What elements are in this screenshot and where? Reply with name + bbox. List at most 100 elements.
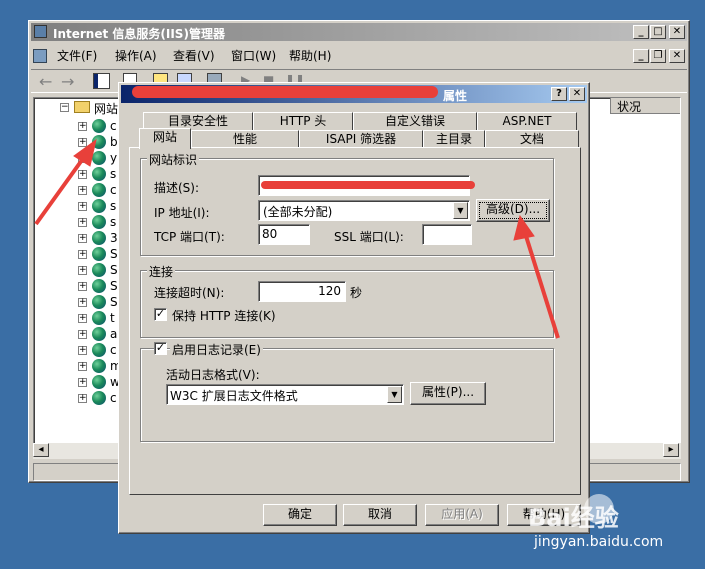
tree-site-row[interactable]: + S — [34, 246, 118, 262]
tree-expand-icon[interactable]: + — [78, 330, 87, 339]
apply-button[interactable]: 应用(A) — [425, 504, 499, 526]
tree-expand-icon[interactable]: + — [78, 298, 87, 307]
tree-site-row[interactable]: + m — [34, 358, 122, 374]
tree-site-label: s — [110, 199, 117, 213]
tree-expand-icon[interactable]: + — [78, 250, 87, 259]
tree-site-row[interactable]: + b — [34, 134, 118, 150]
log-properties-button[interactable]: 属性(P)... — [410, 382, 486, 405]
tree-expand-icon[interactable]: + — [78, 154, 87, 163]
tree-expand-icon[interactable]: + — [78, 282, 87, 291]
tree-expand-icon[interactable]: + — [78, 122, 87, 131]
keepalive-label[interactable]: 保持 HTTP 连接(K) — [172, 307, 276, 324]
globe-icon — [92, 311, 106, 325]
tree-site-row[interactable]: + a — [34, 326, 117, 342]
keepalive-checkbox[interactable]: ✓ — [154, 308, 167, 321]
ip-address-label: IP 地址(I): — [154, 206, 210, 220]
mdi-restore-button[interactable]: ❐ — [650, 49, 666, 63]
tab-http-headers[interactable]: HTTP 头 — [253, 112, 353, 130]
forward-arrow-icon[interactable]: → — [61, 72, 74, 91]
watermark-brand: Bai经验 — [528, 504, 619, 532]
menu-file[interactable]: 文件(F) — [57, 45, 97, 67]
dialog-title: 属性 — [443, 89, 468, 103]
menu-action[interactable]: 操作(A) — [115, 45, 157, 67]
logging-checkbox[interactable]: ✓ — [154, 342, 167, 355]
tree-site-row[interactable]: + S — [34, 278, 118, 294]
tree-expand-icon[interactable]: + — [78, 138, 87, 147]
advanced-button[interactable]: 高级(D)... — [476, 199, 550, 222]
tree-site-row[interactable]: + s — [34, 214, 116, 230]
iis-title-bar[interactable]: Internet 信息服务(IIS)管理器 _ □ ✕ — [31, 23, 687, 41]
tree-site-row[interactable]: + c — [34, 182, 117, 198]
back-arrow-icon[interactable]: ← — [39, 72, 52, 91]
tree-site-row[interactable]: + s — [34, 166, 116, 182]
menu-help[interactable]: 帮助(H) — [289, 45, 331, 67]
ssl-port-input[interactable] — [422, 224, 472, 245]
tcp-port-value: 80 — [262, 227, 278, 241]
tree-site-label: 3 — [110, 231, 118, 245]
tab-aspnet[interactable]: ASP.NET — [477, 112, 577, 130]
tree-expand-icon[interactable]: + — [78, 186, 87, 195]
tree-site-row[interactable]: + s — [34, 198, 116, 214]
tab-website[interactable]: 网站 — [139, 128, 191, 149]
tree-expand-icon[interactable]: + — [78, 362, 87, 371]
tree-site-label: t — [110, 311, 115, 325]
tree-expand-icon[interactable]: + — [78, 314, 87, 323]
tree-site-row[interactable]: + t — [34, 310, 115, 326]
maximize-button[interactable]: □ — [650, 25, 666, 39]
dialog-close-button[interactable]: ✕ — [569, 87, 585, 101]
scroll-right-button[interactable]: ▸ — [663, 443, 679, 457]
tree-expand-icon[interactable]: + — [78, 218, 87, 227]
tree-expand-icon[interactable]: + — [78, 346, 87, 355]
ok-button[interactable]: 确定 — [263, 504, 337, 526]
tab-performance[interactable]: 性能 — [191, 130, 299, 148]
globe-icon — [92, 119, 106, 133]
globe-icon — [92, 151, 106, 165]
menu-view[interactable]: 查看(V) — [173, 45, 215, 67]
tree-site-row[interactable]: + y — [34, 150, 117, 166]
tree-expand-icon[interactable]: + — [78, 170, 87, 179]
globe-icon — [92, 359, 106, 373]
tab-home-directory[interactable]: 主目录 — [423, 130, 485, 148]
close-button[interactable]: ✕ — [669, 25, 685, 39]
tree-site-row[interactable]: + S — [34, 262, 118, 278]
timeout-label: 连接超时(N): — [154, 286, 225, 300]
scroll-left-button[interactable]: ◂ — [33, 443, 49, 457]
mdi-close-button[interactable]: ✕ — [669, 49, 685, 63]
tab-documents[interactable]: 文档 — [485, 130, 579, 148]
iis-window-title: Internet 信息服务(IIS)管理器 — [53, 27, 225, 41]
tree-expand-icon[interactable]: + — [78, 202, 87, 211]
tree-collapse-icon[interactable]: − — [60, 103, 69, 112]
timeout-value: 120 — [318, 284, 341, 298]
globe-icon — [92, 295, 106, 309]
tree-expand-icon[interactable]: + — [78, 378, 87, 387]
status-column-header[interactable]: 状况 — [610, 98, 680, 114]
cancel-button[interactable]: 取消 — [343, 504, 417, 526]
tree-expand-icon[interactable]: + — [78, 266, 87, 275]
tree-expand-icon[interactable]: + — [78, 394, 87, 403]
chevron-down-icon[interactable]: ▼ — [453, 202, 468, 219]
logging-label[interactable]: 启用日志记录(E) — [170, 341, 263, 358]
tree-site-row[interactable]: + c — [34, 342, 117, 358]
log-format-select[interactable]: W3C 扩展日志文件格式 ▼ — [166, 384, 404, 405]
ip-address-select[interactable]: (全部未分配) ▼ — [258, 200, 470, 221]
tree-site-row[interactable]: + c — [34, 118, 117, 134]
mdi-minimize-button[interactable]: _ — [633, 49, 649, 63]
tree-site-row[interactable]: +3 — [34, 230, 118, 246]
tree-site-row[interactable]: + w — [34, 374, 120, 390]
show-tree-icon[interactable] — [93, 73, 110, 89]
description-input[interactable] — [258, 175, 475, 196]
menu-bar: 文件(F) 操作(A) 查看(V) 窗口(W) 帮助(H) _ ❐ ✕ — [31, 45, 687, 69]
tab-isapi-filters[interactable]: ISAPI 筛选器 — [299, 130, 423, 148]
globe-icon — [92, 279, 106, 293]
chevron-down-icon[interactable]: ▼ — [387, 386, 402, 403]
timeout-input[interactable]: 120 — [258, 281, 346, 302]
menu-window[interactable]: 窗口(W) — [231, 45, 276, 67]
tree-site-row[interactable]: + c — [34, 390, 117, 406]
tab-custom-errors[interactable]: 自定义错误 — [353, 112, 477, 130]
dialog-help-button[interactable]: ? — [551, 87, 567, 101]
tcp-port-input[interactable]: 80 — [258, 224, 310, 245]
tree-site-row[interactable]: + S — [34, 294, 118, 310]
tree-expand-icon[interactable]: + — [78, 234, 87, 243]
globe-icon — [92, 135, 106, 149]
minimize-button[interactable]: _ — [633, 25, 649, 39]
